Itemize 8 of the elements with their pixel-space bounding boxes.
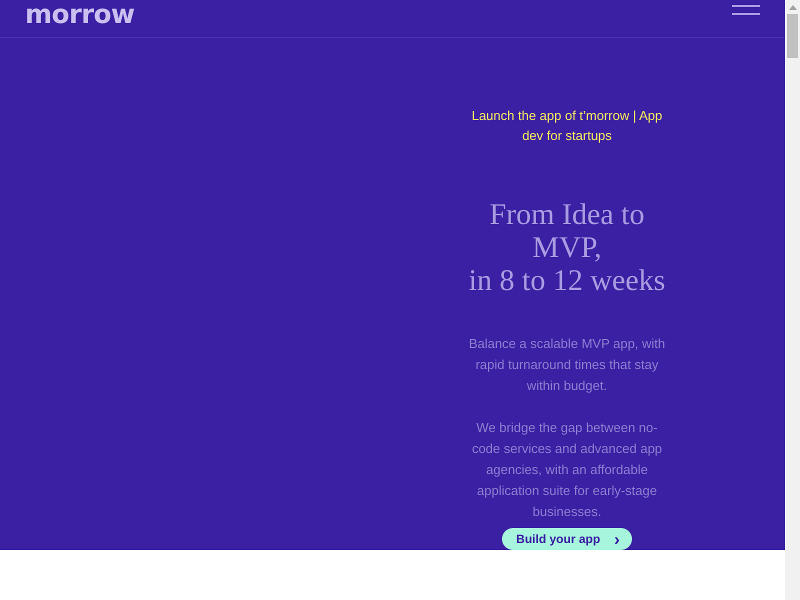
tagline: Launch the app of t’morrow | App dev for startups bbox=[470, 107, 664, 145]
scrollbar-thumb[interactable] bbox=[787, 14, 798, 58]
headline: From Idea to MVP, in 8 to 12 weeks bbox=[468, 198, 666, 297]
build-app-button[interactable]: Build your app › bbox=[502, 528, 632, 550]
paragraph: Balance a scalable MVP app, with rapid turnaround times that stay within budget. bbox=[468, 335, 666, 395]
paragraph: We bridge the gap between no-code services and advanced app agencies, with an affordable application suite for early-stage businesses. bbox=[470, 419, 664, 521]
scroll-up-icon[interactable] bbox=[788, 5, 796, 10]
logo[interactable]: morrow bbox=[25, 2, 134, 28]
